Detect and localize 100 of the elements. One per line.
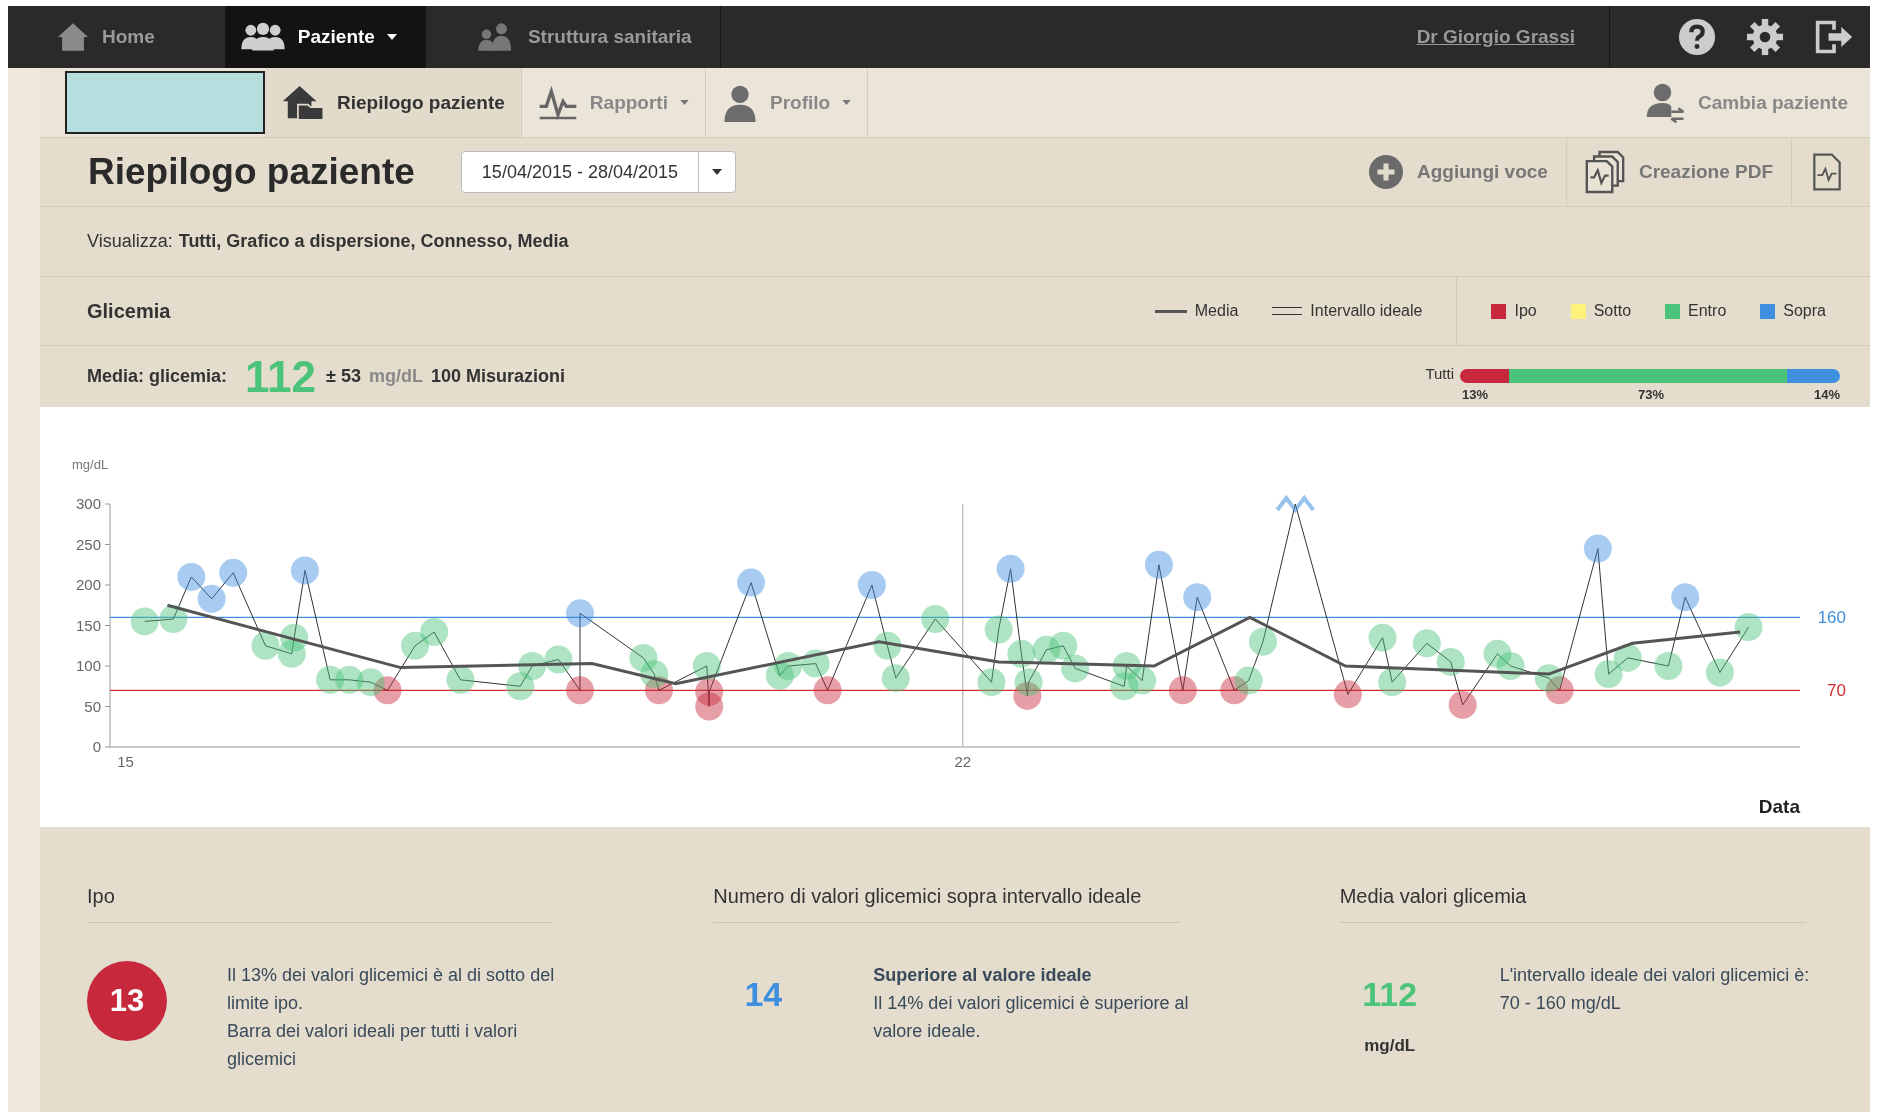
tick-label: 0: [92, 738, 101, 755]
legend-range: [1272, 307, 1303, 315]
data-point: [1613, 643, 1642, 672]
data-point: [1705, 658, 1734, 687]
person-icon: [721, 83, 758, 122]
card-text: Il 14% dei valori glicemici è superiore al valore ideale.: [873, 992, 1190, 1043]
tick-label: 100: [75, 657, 101, 674]
reference-label: 70: [1827, 681, 1846, 701]
data-point: [544, 645, 573, 674]
sub-nav-item[interactable]: Profilo: [705, 68, 869, 137]
data-point: [1654, 652, 1683, 680]
document-export-icon[interactable]: [1810, 153, 1844, 191]
legend-label: Media: [1194, 302, 1239, 320]
deviation-value: ± 53: [326, 366, 361, 387]
data-point: [356, 668, 385, 697]
sub-nav-item[interactable]: Riepilogo paziente: [265, 68, 522, 137]
person-swap-icon: [1646, 81, 1687, 124]
card-text: Il 13% dei valori glicemici è al di sotto del limite ipo.: [227, 964, 556, 1015]
data-point: [1128, 666, 1157, 695]
data-point: [1448, 690, 1477, 719]
data-point: [1007, 639, 1036, 668]
tick-label: 200: [75, 576, 101, 593]
data-point: [640, 660, 669, 689]
data-point: [197, 584, 226, 613]
data-point: [1412, 629, 1441, 658]
data-point: [566, 599, 595, 628]
data-point: [1183, 583, 1212, 612]
data-point: [1112, 652, 1141, 680]
unit-label: mg/dL: [368, 366, 423, 387]
data-point: [1220, 676, 1249, 705]
tick-label: 50: [84, 697, 101, 715]
data-point: [1168, 676, 1197, 705]
data-point: [1049, 631, 1078, 660]
overflow-marker: [1275, 494, 1315, 514]
card-title: Numero di valori glicemici sopra intervallo ideale: [713, 885, 1180, 923]
data-point: [1368, 623, 1397, 652]
legend-line: [1154, 309, 1187, 313]
percent-label: 73%: [1638, 387, 1664, 402]
data-point: [446, 665, 475, 694]
card-title: Ipo: [87, 885, 554, 923]
tick-label: 22: [954, 753, 972, 770]
data-point: [130, 607, 159, 636]
card-heading: Superiore al valore ideale: [873, 964, 1093, 987]
data-point: [1234, 666, 1263, 695]
data-point: [280, 623, 309, 652]
help-icon[interactable]: [1678, 18, 1716, 56]
data-point: [1014, 668, 1043, 697]
users-icon: [239, 22, 286, 52]
data-point: [977, 668, 1006, 697]
settings-icon[interactable]: [1746, 18, 1784, 56]
home-icon: [56, 22, 90, 52]
data-point: [692, 652, 721, 680]
sub-nav-item[interactable]: Rapporti: [521, 68, 706, 137]
top-nav-item[interactable]: Paziente: [225, 6, 426, 68]
data-point: [401, 631, 429, 660]
data-point: [219, 558, 248, 587]
view-label: Visualizza:: [87, 231, 173, 252]
plus-icon: [1369, 155, 1403, 189]
card-text: Barra dei valori ideali per tutti i valori glicemici: [227, 1020, 519, 1071]
data-point: [857, 571, 886, 599]
data-point: [518, 652, 547, 680]
card-text: L'intervallo ideale dei valori glicemici è: 70 - 160 mg/dL: [1499, 964, 1811, 1015]
data-point: [984, 615, 1013, 644]
axis-title: mg/dL: [72, 457, 109, 472]
data-point: [1583, 534, 1612, 563]
data-point: [645, 676, 673, 705]
create-pdf-button[interactable]: Creazione PDF: [1566, 138, 1792, 206]
measurement-count: 100 Misurazioni: [430, 366, 565, 387]
add-entry-button[interactable]: Aggiungi voce: [1351, 138, 1567, 206]
data-point: [159, 605, 188, 633]
date-range-dropdown[interactable]: 15/04/2015 - 28/04/2015: [460, 151, 737, 193]
data-point: [373, 676, 402, 705]
data-point: [881, 664, 910, 693]
data-point: [1436, 647, 1465, 676]
logout-icon[interactable]: [1814, 18, 1854, 56]
change-patient-button[interactable]: Cambia paziente: [1630, 68, 1870, 137]
legend-label: Sopra: [1783, 302, 1826, 320]
view-options: Tutti, Grafico a dispersione, Connesso, Media: [178, 231, 569, 252]
documents-icon: [1584, 150, 1625, 194]
axis-title: Data: [1758, 796, 1800, 817]
reference-label: 160: [1817, 608, 1846, 628]
percent-label: 13%: [1462, 387, 1489, 402]
data-point: [1333, 680, 1362, 709]
above-count: 14: [744, 975, 783, 1014]
chart-line-icon: [537, 85, 578, 120]
data-point: [1483, 639, 1512, 668]
data-point: [737, 568, 766, 597]
mean-glucose-value: 112: [1362, 975, 1418, 1014]
legend-label: Entro: [1688, 302, 1727, 320]
unit-label: mg/dL: [1364, 1036, 1416, 1056]
hypo-count-badge: 13: [87, 961, 167, 1041]
legend-label: Intervallo ideale: [1310, 302, 1423, 320]
user-link[interactable]: Dr Giorgio Grassi: [1416, 26, 1575, 48]
data-point: [1378, 668, 1407, 697]
mean-value: 112: [245, 351, 317, 402]
percent-label: 14%: [1813, 387, 1840, 402]
data-point: [1734, 613, 1763, 642]
card-title: Media valori glicemia: [1339, 885, 1806, 923]
data-point: [335, 665, 364, 694]
data-point: [1249, 627, 1277, 656]
